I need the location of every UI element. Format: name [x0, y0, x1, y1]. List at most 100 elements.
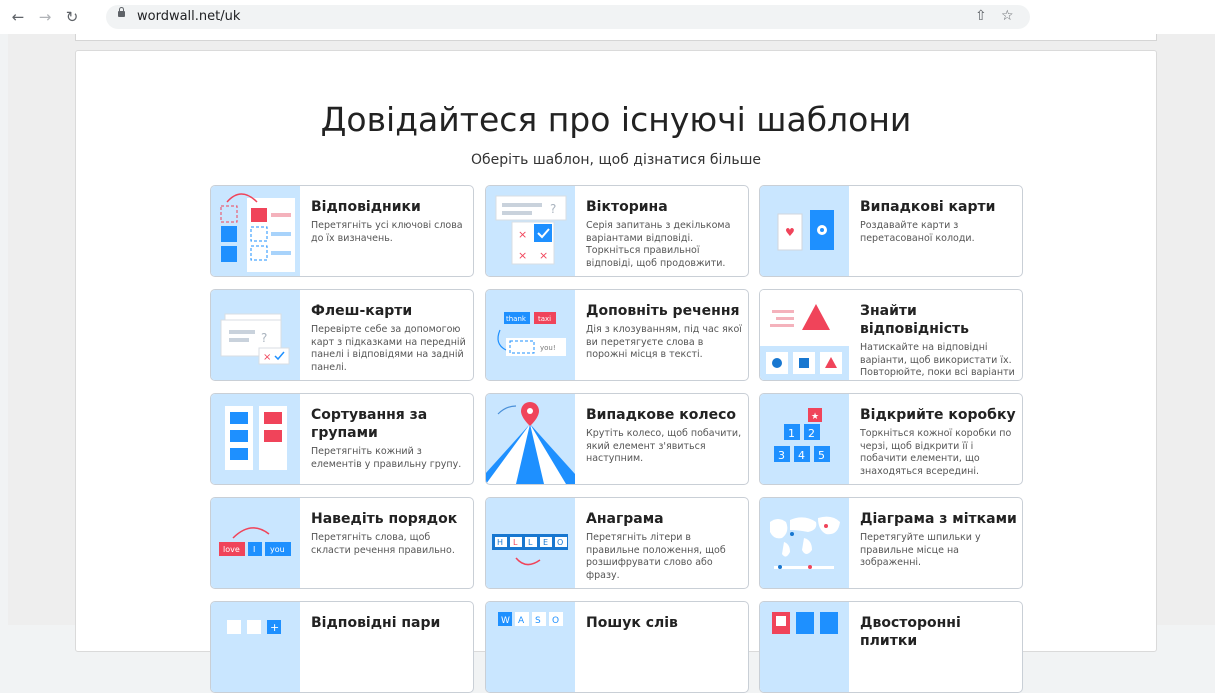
open-the-box-thumbnail: ★ 1 2 3 4 5 — [760, 394, 849, 484]
page-viewport: Довідайтеся про існуючі шаблони Оберіть … — [8, 34, 1215, 693]
forward-arrow-icon[interactable]: → — [35, 7, 55, 27]
quiz-thumbnail: ? × × × — [486, 186, 575, 276]
template-card-random-wheel[interactable]: Випадкове колесо Крутіть колесо, щоб поб… — [485, 393, 749, 485]
flash-cards-illustration: ? × — [220, 313, 290, 365]
random-wheel-illustration — [486, 402, 575, 484]
templates-section: Довідайтеся про існуючі шаблони Оберіть … — [75, 50, 1157, 693]
template-card-matching-pairs[interactable]: + Відповідні пари — [210, 601, 474, 693]
svg-text:+: + — [270, 621, 279, 634]
complete-sentence-illustration: thank taxi you! — [497, 312, 566, 356]
template-description: Перетягніть усі ключові слова до їх визн… — [311, 220, 463, 244]
anagram-letter-3: L — [528, 538, 533, 547]
unjumble-thumbnail: love I you — [211, 498, 300, 588]
flash-cards-thumbnail: ? × — [211, 290, 300, 380]
template-card-find-the-match[interactable]: Знайти відповідність Натискайте на відпо… — [759, 289, 1023, 381]
thank-chip-text: thank — [506, 315, 527, 323]
anagram-letter-2: L — [513, 538, 518, 547]
svg-text:×: × — [539, 249, 548, 262]
random-wheel-thumbnail — [486, 394, 575, 484]
template-card-open-the-box[interactable]: ★ 1 2 3 4 5 Відкрийте коробку Торкніться… — [759, 393, 1023, 485]
template-card-match-up[interactable]: Відповідники Перетягніть усі ключові сло… — [210, 185, 474, 277]
url-text: wordwall.net/uk — [137, 9, 241, 24]
template-description: Натискайте на відповідні варіанти, щоб в… — [860, 342, 1015, 378]
template-card-unjumble[interactable]: love I you Наведіть порядок Перетягніть … — [210, 497, 474, 589]
page-title: Довідайтеся про існуючі шаблони — [320, 100, 912, 139]
group-sort-illustration — [225, 406, 287, 470]
template-card-complete-sentence[interactable]: thank taxi you! Доповніть речення Дія з … — [485, 289, 749, 381]
i-chip-text: I — [253, 545, 255, 554]
flip-tiles-illustration — [772, 612, 838, 634]
svg-text:×: × — [263, 352, 271, 363]
template-name: Знайти відповідність — [860, 303, 969, 337]
labelled-diagram-thumbnail — [760, 498, 849, 588]
template-name: Відкрийте коробку — [860, 407, 1016, 423]
template-description: Роздавайте карти з перетасованої колоди. — [860, 220, 975, 244]
template-card-anagram[interactable]: H L L E O Анаграма Перетягніть літери в … — [485, 497, 749, 589]
open-the-box-illustration: ★ 1 2 3 4 5 — [774, 408, 830, 462]
wordsearch-illustration: W A S O — [498, 612, 563, 626]
template-description: Дія з клозуванням, під час якої ви перет… — [586, 324, 742, 360]
find-the-match-thumbnail — [760, 290, 849, 380]
browser-toolbar: ← → ↻ wordwall.net/uk ⇧ ☆ — [0, 0, 1215, 34]
template-description: Крутіть колесо, щоб побачити, який елеме… — [586, 428, 742, 464]
you-chip-text: you — [270, 545, 285, 554]
group-sort-thumbnail — [211, 394, 300, 484]
svg-text:?: ? — [550, 202, 556, 216]
wordsearch-thumbnail: W A S O — [486, 602, 575, 692]
template-name: Доповніть речення — [586, 303, 740, 319]
template-name: Флеш-карти — [311, 303, 413, 319]
match-up-thumbnail — [211, 186, 300, 276]
template-description: Торкніться кожної коробки по черзі, щоб … — [860, 428, 1012, 477]
template-name: Анаграма — [586, 511, 664, 527]
box-5-text: 5 — [818, 449, 825, 462]
find-the-match-illustration — [760, 290, 849, 380]
template-card-wordsearch[interactable]: W A S O Пошук слів — [485, 601, 749, 693]
template-description: Перетягніть кожний з елементів у правиль… — [311, 446, 462, 470]
page-subtitle: Оберіть шаблон, щоб дізнатися більше — [470, 152, 762, 168]
template-name: Діаграма з мітками — [860, 511, 1017, 527]
svg-text:?: ? — [261, 331, 267, 345]
template-description: Перетягніть літери в правильне положення… — [586, 532, 726, 581]
template-name: Відповідні пари — [311, 615, 441, 631]
template-card-quiz[interactable]: ? × × × Вікторина Серія запитань з декіл… — [485, 185, 749, 277]
match-up-illustration — [220, 193, 295, 272]
address-bar[interactable]: wordwall.net/uk ⇧ ☆ — [106, 5, 1030, 29]
share-icon[interactable]: ⇧ — [975, 8, 987, 24]
box-1-text: 1 — [788, 427, 795, 440]
taxi-chip-text: taxi — [538, 315, 551, 323]
reload-icon[interactable]: ↻ — [62, 7, 82, 27]
template-name: Вікторина — [586, 199, 668, 215]
template-description: Серія запитань з декількома варіантами в… — [586, 220, 731, 269]
anagram-letter-4: E — [543, 538, 548, 547]
box-4-text: 4 — [798, 449, 805, 462]
template-description: Перетягуйте шпильки у правильне місце на… — [860, 532, 981, 568]
back-arrow-icon[interactable]: ← — [8, 7, 28, 27]
box-3-text: 3 — [778, 449, 785, 462]
lock-icon — [118, 7, 125, 17]
svg-text:★: ★ — [811, 412, 819, 422]
template-name: Випадкове колесо — [586, 407, 737, 423]
complete-sentence-thumbnail: thank taxi you! — [486, 290, 575, 380]
you-text: you! — [540, 344, 556, 352]
template-card-flip-tiles[interactable]: Двосторонні плитки — [759, 601, 1023, 693]
love-chip-text: love — [223, 545, 240, 554]
random-cards-illustration: ♥ — [777, 210, 834, 251]
quiz-illustration: ? × × × — [495, 195, 567, 265]
template-card-group-sort[interactable]: Сортування за групами Перетягніть кожний… — [210, 393, 474, 485]
flip-tiles-thumbnail — [760, 602, 849, 692]
anagram-letter-5: O — [557, 538, 563, 547]
matching-pairs-illustration: + — [227, 620, 281, 634]
bookmark-star-icon[interactable]: ☆ — [1001, 8, 1014, 24]
random-cards-thumbnail: ♥ — [760, 186, 849, 276]
template-name: Пошук слів — [586, 615, 678, 631]
anagram-illustration: H L L E O — [492, 534, 568, 566]
previous-section-card — [75, 34, 1157, 41]
matching-pairs-thumbnail: + — [211, 602, 300, 692]
template-name: Відповідники — [311, 199, 421, 215]
labelled-diagram-illustration — [770, 516, 840, 569]
unjumble-illustration: love I you — [219, 527, 291, 556]
template-name: Сортування за групами — [311, 407, 428, 441]
template-card-flash-cards[interactable]: ? × Флеш-карти Перевірте себе за допомог… — [210, 289, 474, 381]
template-card-labelled-diagram[interactable]: Діаграма з мітками Перетягуйте шпильки у… — [759, 497, 1023, 589]
template-card-random-cards[interactable]: ♥ Випадкові карти Роздавайте карти з пер… — [759, 185, 1023, 277]
